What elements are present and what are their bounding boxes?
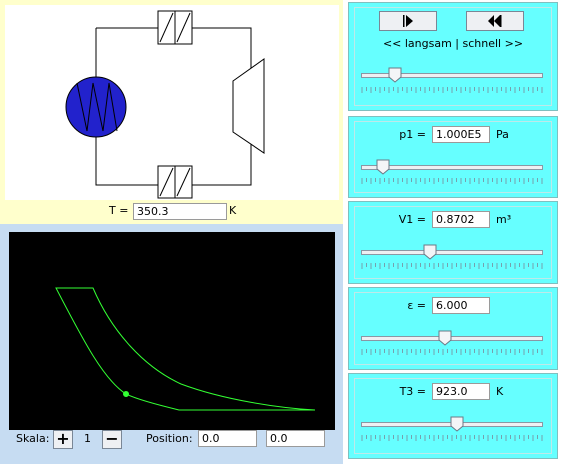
play-button[interactable] bbox=[379, 11, 437, 31]
zoom-in-button[interactable]: + bbox=[53, 430, 73, 449]
parameter-panel-1: V1 = 0.8702 m³ bbox=[348, 201, 558, 284]
temperature-label: T = bbox=[109, 204, 129, 217]
parameter-panel-0: p1 = 1.000E5 Pa bbox=[348, 116, 558, 198]
cycle-curve bbox=[55, 287, 316, 411]
temperature-row: T = 350.3 K bbox=[5, 200, 339, 222]
parameter-panel-2: ε = 6.000 bbox=[348, 287, 558, 370]
top-valve-icon bbox=[157, 10, 193, 45]
parameter-slider-thumb[interactable] bbox=[450, 416, 464, 432]
parameter-slider-ticks bbox=[361, 178, 543, 184]
turbine-icon bbox=[232, 58, 265, 154]
parameter-panel-3: T3 = 923.0 K bbox=[348, 373, 558, 459]
parameter-slider-ticks bbox=[361, 263, 543, 269]
bottom-valve-icon bbox=[157, 165, 193, 199]
parameter-field[interactable]: 6.000 bbox=[432, 297, 490, 314]
parameter-unit: K bbox=[496, 385, 504, 398]
parameter-label: ε = bbox=[407, 299, 426, 312]
rewind-button[interactable] bbox=[466, 11, 524, 31]
scale-value: 1 bbox=[84, 432, 91, 445]
zoom-out-button[interactable]: − bbox=[102, 430, 122, 449]
parameter-slider-ticks bbox=[361, 349, 543, 355]
parameter-slider-thumb[interactable] bbox=[376, 159, 390, 175]
parameter-unit: m³ bbox=[496, 213, 512, 226]
parameter-slider[interactable] bbox=[361, 250, 543, 255]
speed-label: << langsam | schnell >> bbox=[382, 37, 524, 50]
parameter-unit: Pa bbox=[496, 128, 509, 141]
circuit-drawing bbox=[65, 10, 265, 199]
pv-diagram-canvas bbox=[55, 287, 316, 411]
parameter-field[interactable]: 1.000E5 bbox=[432, 126, 490, 143]
circuit-diagram bbox=[5, 5, 339, 200]
diagram-panel: Skala: + 1 − Position: 0.0 0.0 bbox=[0, 224, 343, 464]
position-label: Position: bbox=[146, 432, 193, 445]
scale-label: Skala: bbox=[16, 432, 50, 445]
position-x-field[interactable]: 0.0 bbox=[198, 430, 257, 447]
state-point bbox=[123, 391, 129, 397]
pv-diagram[interactable] bbox=[9, 232, 335, 430]
temperature-unit: K bbox=[229, 204, 237, 217]
parameter-label: p1 = bbox=[399, 128, 426, 141]
parameter-slider-ticks bbox=[361, 435, 543, 441]
temperature-field[interactable]: 350.3 bbox=[133, 203, 227, 220]
step-play-icon bbox=[403, 15, 413, 27]
rewind-icon bbox=[488, 15, 502, 27]
speed-slider-thumb[interactable] bbox=[388, 67, 402, 83]
circuit-panel: T = 350.3 K bbox=[0, 0, 343, 224]
parameter-field[interactable]: 923.0 bbox=[432, 383, 490, 400]
position-y-field[interactable]: 0.0 bbox=[266, 430, 325, 447]
playback-panel: << langsam | schnell >> bbox=[348, 2, 558, 111]
parameter-field[interactable]: 0.8702 bbox=[432, 211, 490, 228]
parameter-label: V1 = bbox=[398, 213, 426, 226]
speed-slider-ticks bbox=[361, 87, 543, 93]
parameter-label: T3 = bbox=[399, 385, 426, 398]
parameter-slider-thumb[interactable] bbox=[423, 244, 437, 260]
parameter-slider-thumb[interactable] bbox=[438, 330, 452, 346]
compressor-icon bbox=[65, 76, 127, 138]
